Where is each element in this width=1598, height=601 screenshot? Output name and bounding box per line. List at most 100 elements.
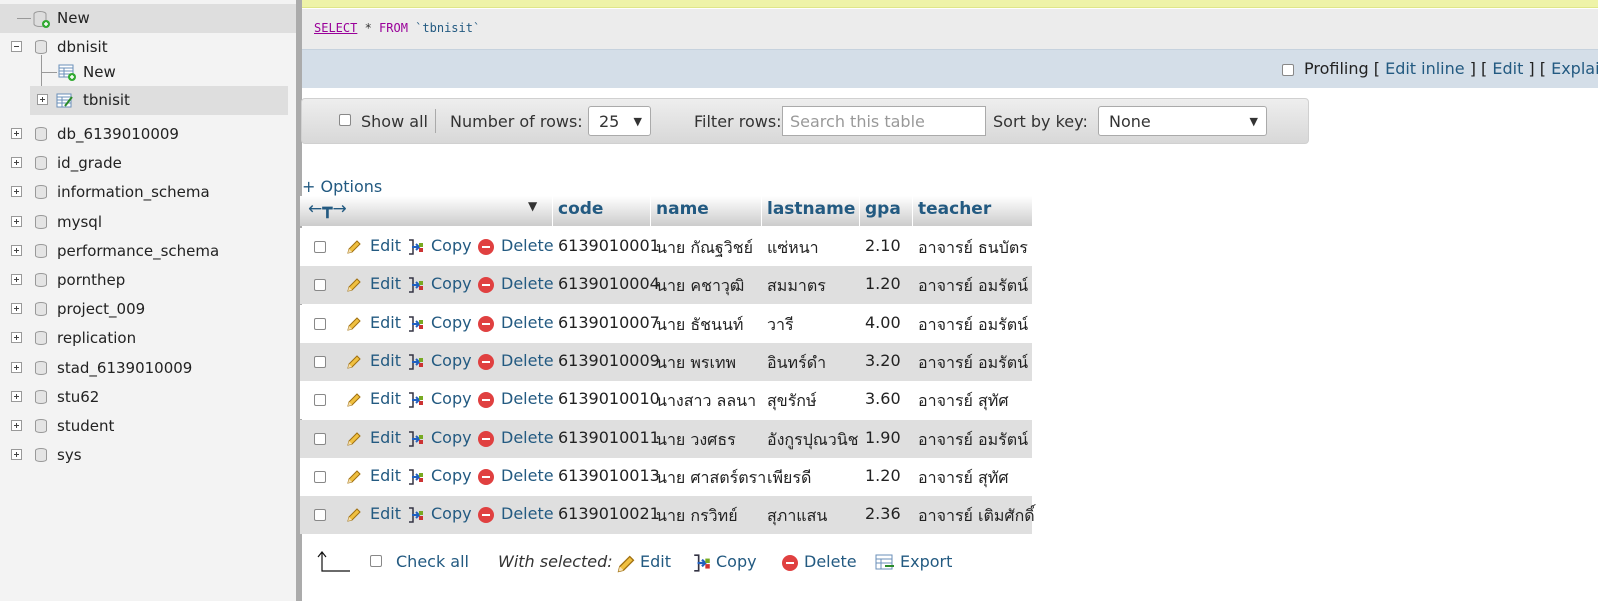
pencil-icon: [347, 470, 361, 484]
explain-link[interactable]: Explai: [1551, 59, 1598, 78]
tree-label: project_009: [57, 300, 146, 318]
sort-triangle-icon[interactable]: ▼: [528, 199, 537, 213]
edit-row-link[interactable]: Edit: [370, 504, 401, 523]
delete-icon: [782, 555, 798, 571]
edit-row-link[interactable]: Edit: [370, 274, 401, 293]
copy-row-link[interactable]: Copy: [431, 236, 472, 255]
expand-icon[interactable]: [11, 245, 22, 256]
expand-icon[interactable]: [11, 128, 22, 139]
expand-icon[interactable]: [11, 362, 22, 373]
edit-row-link[interactable]: Edit: [370, 351, 401, 370]
delete-icon: [478, 392, 494, 408]
sql-query-box: SELECT * FROM `tbnisit`: [302, 9, 1598, 49]
bulk-export-button[interactable]: Export: [900, 552, 952, 571]
tree-item-database[interactable]: id_grade: [0, 149, 296, 178]
tree-item-database[interactable]: sys: [0, 441, 296, 470]
edit-row-link[interactable]: Edit: [370, 389, 401, 408]
tree-item-database[interactable]: replication: [0, 324, 296, 353]
show-all-checkbox[interactable]: [339, 114, 351, 126]
row-checkbox[interactable]: [314, 394, 326, 406]
delete-row-link[interactable]: Delete: [501, 466, 554, 485]
edit-row-link[interactable]: Edit: [370, 428, 401, 447]
cell-code: 6139010001: [558, 236, 660, 255]
expand-icon[interactable]: [11, 216, 22, 227]
edit-row-link[interactable]: Edit: [370, 236, 401, 255]
expand-icon[interactable]: [11, 157, 22, 168]
tree-item-database[interactable]: db_6139010009: [0, 120, 296, 149]
delete-row-link[interactable]: Delete: [501, 389, 554, 408]
expand-icon[interactable]: [11, 186, 22, 197]
delete-row-link[interactable]: Delete: [501, 236, 554, 255]
rows-select[interactable]: 25 ▼: [588, 106, 651, 136]
row-checkbox[interactable]: [314, 279, 326, 291]
tree-item-tbnisit[interactable]: tbnisit: [30, 86, 288, 115]
row-checkbox[interactable]: [314, 509, 326, 521]
header-code[interactable]: code: [558, 199, 603, 219]
table-header: ←┳→ ▼ code name lastname gpa teacher: [300, 196, 1032, 226]
check-all-label[interactable]: Check all: [396, 552, 469, 571]
row-checkbox[interactable]: [314, 318, 326, 330]
expand-icon[interactable]: [11, 274, 22, 285]
tree-item-new[interactable]: New: [0, 4, 296, 33]
expand-icon[interactable]: [11, 303, 22, 314]
table-row: Edit Copy Delete 6139010004 นาย คชาวุฒิ สมมาต…: [300, 266, 1032, 304]
header-name[interactable]: name: [656, 199, 709, 219]
edit-row-link[interactable]: Edit: [370, 466, 401, 485]
header-gpa[interactable]: gpa: [865, 199, 901, 219]
filter-input[interactable]: Search this table: [782, 106, 986, 136]
edit-row-link[interactable]: Edit: [370, 313, 401, 332]
tree-item-new-table[interactable]: New: [0, 58, 296, 87]
expand-icon[interactable]: [37, 94, 48, 105]
header-lastname[interactable]: lastname: [767, 199, 855, 219]
sort-select[interactable]: None ▼: [1098, 106, 1267, 136]
tree-item-database[interactable]: performance_schema: [0, 237, 296, 266]
row-checkbox[interactable]: [314, 433, 326, 445]
bulk-edit-button[interactable]: Edit: [640, 552, 671, 571]
arrow-ltr-icon: [317, 551, 350, 572]
expand-icon[interactable]: [11, 420, 22, 431]
copy-row-link[interactable]: Copy: [431, 274, 472, 293]
options-link[interactable]: + Options: [302, 177, 382, 196]
row-checkbox[interactable]: [314, 471, 326, 483]
delete-row-link[interactable]: Delete: [501, 313, 554, 332]
tree-item-database[interactable]: stu62: [0, 383, 296, 412]
expand-icon[interactable]: [11, 332, 22, 343]
copy-row-link[interactable]: Copy: [431, 428, 472, 447]
collapse-icon[interactable]: [11, 41, 22, 52]
cell-teacher: อาจารย์ สุทัศ: [918, 468, 1009, 487]
copy-row-link[interactable]: Copy: [431, 313, 472, 332]
delete-row-link[interactable]: Delete: [501, 428, 554, 447]
resize-arrows-icon[interactable]: ←┳→: [308, 199, 347, 219]
header-divider: [859, 196, 860, 226]
tree-label: id_grade: [57, 154, 122, 172]
tree-item-database[interactable]: mysql: [0, 208, 296, 237]
bulk-delete-button[interactable]: Delete: [804, 552, 857, 571]
delete-row-link[interactable]: Delete: [501, 504, 554, 523]
delete-row-link[interactable]: Delete: [501, 274, 554, 293]
check-all-checkbox[interactable]: [370, 555, 382, 567]
bulk-copy-button[interactable]: Copy: [716, 552, 757, 571]
expand-icon[interactable]: [11, 449, 22, 460]
delete-row-link[interactable]: Delete: [501, 351, 554, 370]
tree-item-database[interactable]: project_009: [0, 295, 296, 324]
table-row: Edit Copy Delete 6139010011 นาย วงศธร อังกูรป…: [300, 420, 1032, 458]
row-checkbox[interactable]: [314, 356, 326, 368]
tree-item-database[interactable]: student: [0, 412, 296, 441]
row-checkbox[interactable]: [314, 241, 326, 253]
filter-placeholder: Search this table: [790, 112, 925, 131]
profiling-label: Profiling: [1304, 59, 1369, 78]
tree-item-database[interactable]: information_schema: [0, 178, 296, 207]
copy-row-link[interactable]: Copy: [431, 389, 472, 408]
tree-item-database[interactable]: stad_6139010009: [0, 354, 296, 383]
header-teacher[interactable]: teacher: [918, 199, 991, 219]
expand-icon[interactable]: [11, 391, 22, 402]
copy-row-link[interactable]: Copy: [431, 351, 472, 370]
copy-row-link[interactable]: Copy: [431, 504, 472, 523]
edit-link[interactable]: Edit: [1492, 59, 1523, 78]
profiling-checkbox[interactable]: [1282, 63, 1294, 76]
sql-keyword-select[interactable]: SELECT: [314, 21, 357, 35]
edit-inline-link[interactable]: Edit inline: [1385, 59, 1465, 78]
copy-row-link[interactable]: Copy: [431, 466, 472, 485]
pencil-icon: [347, 355, 361, 369]
tree-item-database[interactable]: pornthep: [0, 266, 296, 295]
